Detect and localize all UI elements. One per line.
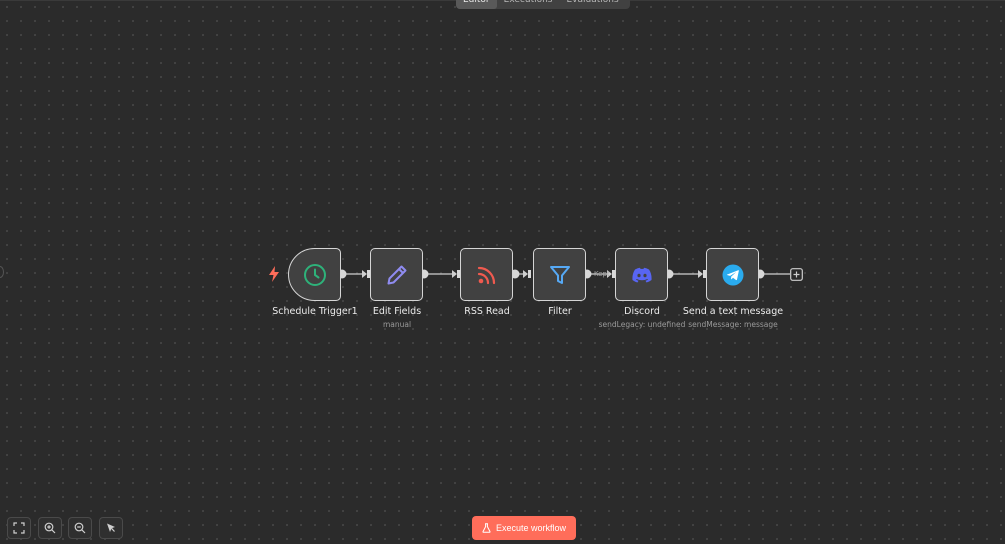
node-send-text-message[interactable] bbox=[706, 248, 759, 301]
arrow-head bbox=[452, 270, 457, 278]
zoom-in-icon bbox=[44, 522, 56, 534]
trigger-bolt-icon bbox=[269, 266, 279, 282]
telegram-icon bbox=[722, 264, 743, 285]
node-edit-fields[interactable] bbox=[370, 248, 423, 301]
node-subtitle: manual bbox=[382, 320, 412, 329]
discord-icon bbox=[631, 267, 652, 282]
clock-icon bbox=[303, 263, 326, 286]
pencil-icon bbox=[387, 265, 406, 284]
node-filter[interactable] bbox=[533, 248, 586, 301]
rss-icon bbox=[477, 266, 495, 284]
cursor-icon bbox=[107, 523, 115, 532]
select-mode-button[interactable] bbox=[99, 517, 123, 539]
add-node-plus-icon[interactable] bbox=[790, 268, 803, 281]
zoom-in-button[interactable] bbox=[38, 517, 62, 539]
funnel-icon bbox=[549, 265, 570, 284]
arrow-head bbox=[523, 270, 528, 278]
execute-workflow-button[interactable]: Execute workflow bbox=[472, 516, 576, 540]
zoom-out-icon bbox=[74, 522, 86, 534]
node-schedule-trigger[interactable] bbox=[288, 248, 341, 301]
arrow-head bbox=[362, 270, 367, 278]
execute-workflow-label: Execute workflow bbox=[495, 523, 567, 533]
arrow-head bbox=[698, 270, 703, 278]
node-title: Send a text message bbox=[682, 306, 784, 317]
node-rss-read[interactable] bbox=[460, 248, 513, 301]
edge-label-kept: Kept bbox=[594, 270, 610, 278]
input-handle bbox=[528, 270, 531, 278]
fit-view-button[interactable] bbox=[7, 517, 31, 539]
flask-icon bbox=[482, 523, 491, 533]
fit-view-icon bbox=[13, 522, 25, 534]
node-subtitle: sendMessage: message bbox=[688, 320, 778, 329]
node-discord[interactable] bbox=[615, 248, 668, 301]
zoom-out-button[interactable] bbox=[68, 517, 92, 539]
